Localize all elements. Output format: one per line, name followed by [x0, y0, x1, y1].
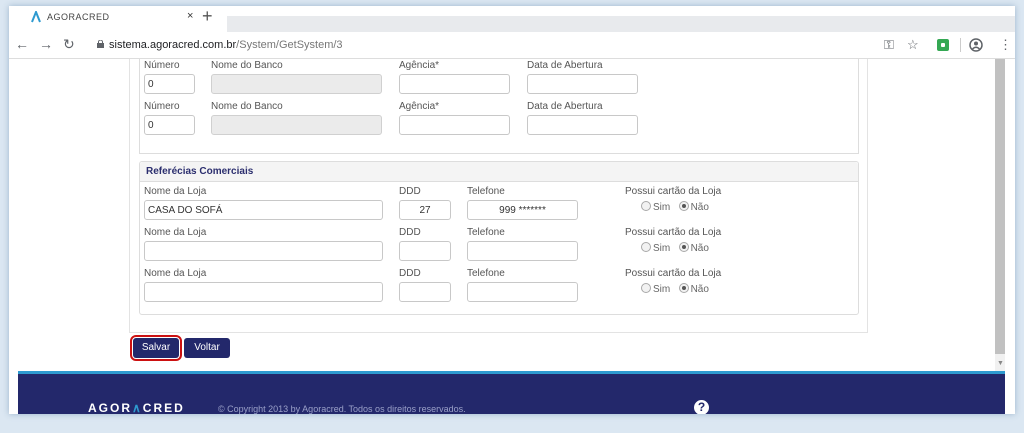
nome-loja-label: Nome da Loja — [144, 186, 207, 197]
address-bar-row: ← → ↻ sistema.agoracred.com.br/System/Ge… — [9, 32, 1015, 59]
menu-dots-icon[interactable]: ⋮ — [999, 37, 1012, 53]
data-abertura-input[interactable] — [527, 115, 638, 135]
agencia-label: Agência* — [399, 60, 440, 71]
radio-sim-label: Sim — [653, 284, 671, 295]
possui-cartao-radio-group: Sim Não — [641, 201, 709, 213]
section-header: Referécias Comerciais — [140, 162, 858, 182]
browser-window: AGORACRED × + ← → ↻ sistema.agoracred.co… — [9, 6, 1015, 414]
ddd-input[interactable]: 27 — [399, 200, 451, 220]
radio-nao[interactable]: Não — [678, 242, 709, 254]
profile-avatar-icon[interactable] — [969, 38, 983, 52]
numero-label: Número — [144, 60, 180, 71]
possui-cartao-radio-group: Sim Não — [641, 283, 709, 295]
star-icon[interactable]: ☆ — [907, 37, 919, 53]
site-footer: AGOR∧CRED © Copyright 2013 by Agoracred.… — [18, 374, 1005, 414]
radio-sim-label: Sim — [653, 202, 671, 213]
radio-sim-icon — [641, 242, 651, 252]
ddd-input[interactable] — [399, 241, 451, 261]
brand-text-a: AGOR — [88, 401, 132, 414]
radio-nao-selected-icon — [678, 283, 689, 293]
url-field[interactable]: sistema.agoracred.com.br/System/GetSyste… — [109, 39, 343, 51]
nome-loja-label: Nome da Loja — [144, 268, 207, 279]
data-abertura-label: Data de Abertura — [527, 101, 603, 112]
page-scrollbar-thumb[interactable] — [995, 59, 1005, 354]
radio-sim[interactable]: Sim — [641, 242, 671, 254]
toolbar-divider — [960, 38, 961, 52]
nome-loja-input[interactable] — [144, 241, 383, 261]
brand-accent-icon: ∧ — [132, 401, 143, 414]
scroll-down-arrow-icon[interactable]: ▼ — [997, 360, 1004, 367]
numero-input[interactable]: 0 — [144, 74, 195, 94]
tab-bar: AGORACRED × + — [9, 6, 1015, 32]
tab-title: AGORACRED — [47, 12, 110, 22]
nome-banco-label: Nome do Banco — [211, 60, 283, 71]
nome-loja-input[interactable] — [144, 282, 383, 302]
radio-nao-label: Não — [690, 202, 709, 213]
forward-arrow-icon[interactable]: → — [39, 36, 53, 52]
radio-nao[interactable]: Não — [678, 283, 709, 295]
radio-nao-selected-icon — [678, 242, 689, 252]
ddd-input[interactable] — [399, 282, 451, 302]
extension-icon[interactable] — [937, 39, 949, 51]
ddd-label: DDD — [399, 227, 421, 238]
back-arrow-icon[interactable]: ← — [15, 36, 29, 52]
save-button[interactable]: Salvar — [130, 335, 182, 361]
ddd-label: DDD — [399, 268, 421, 279]
nome-banco-label: Nome do Banco — [211, 101, 283, 112]
radio-nao[interactable]: Não — [678, 201, 709, 213]
radio-sim-icon — [641, 283, 651, 293]
possui-cartao-label: Possui cartão da Loja — [625, 186, 722, 197]
possui-cartao-label: Possui cartão da Loja — [625, 268, 722, 279]
data-abertura-input[interactable] — [527, 74, 638, 94]
page-viewport: Número 0 Nome do Banco Agência* Data de … — [9, 59, 1015, 414]
radio-sim-label: Sim — [653, 243, 671, 254]
tab-close-icon[interactable]: × — [187, 10, 193, 22]
possui-cartao-radio-group: Sim Não — [641, 242, 709, 254]
radio-sim[interactable]: Sim — [641, 201, 671, 213]
copyright-text: © Copyright 2013 by Agoracred. Todos os … — [218, 404, 466, 414]
url-path: /System/GetSystem/3 — [236, 39, 343, 51]
possui-cartao-label: Possui cartão da Loja — [625, 227, 722, 238]
back-button[interactable]: Voltar — [184, 338, 230, 358]
radio-nao-selected-icon — [678, 201, 689, 211]
data-abertura-label: Data de Abertura — [527, 60, 603, 71]
reload-icon[interactable]: ↻ — [63, 36, 75, 52]
numero-label: Número — [144, 101, 180, 112]
tab-agoracred[interactable]: AGORACRED × — [21, 6, 195, 32]
telefone-input[interactable]: 999 ******* — [467, 200, 578, 220]
nome-loja-label: Nome da Loja — [144, 227, 207, 238]
agencia-input[interactable] — [399, 74, 510, 94]
nome-banco-input — [211, 74, 382, 94]
radio-sim-icon — [641, 201, 651, 211]
key-icon[interactable]: ⚿ — [884, 37, 894, 53]
agoracred-favicon-icon — [31, 11, 41, 23]
tab-strip-background — [227, 16, 1015, 32]
radio-nao-label: Não — [690, 243, 709, 254]
telefone-label: Telefone — [467, 186, 505, 197]
ddd-label: DDD — [399, 186, 421, 197]
radio-nao-label: Não — [690, 284, 709, 295]
agencia-input[interactable] — [399, 115, 510, 135]
radio-sim[interactable]: Sim — [641, 283, 671, 295]
telefone-input[interactable] — [467, 241, 578, 261]
help-icon[interactable]: ? — [694, 400, 709, 414]
agencia-label: Agência* — [399, 101, 440, 112]
url-host: sistema.agoracred.com.br — [109, 39, 237, 51]
new-tab-button[interactable]: + — [202, 6, 213, 26]
telefone-label: Telefone — [467, 227, 505, 238]
numero-input[interactable]: 0 — [144, 115, 195, 135]
lock-icon — [97, 40, 104, 48]
telefone-input[interactable] — [467, 282, 578, 302]
nome-banco-input — [211, 115, 382, 135]
telefone-label: Telefone — [467, 268, 505, 279]
nome-loja-input[interactable]: CASA DO SOFÁ — [144, 200, 383, 220]
section-title: Referécias Comerciais — [146, 166, 254, 177]
agoracred-logo: AGOR∧CRED — [88, 401, 185, 414]
brand-text-b: CRED — [142, 401, 185, 414]
